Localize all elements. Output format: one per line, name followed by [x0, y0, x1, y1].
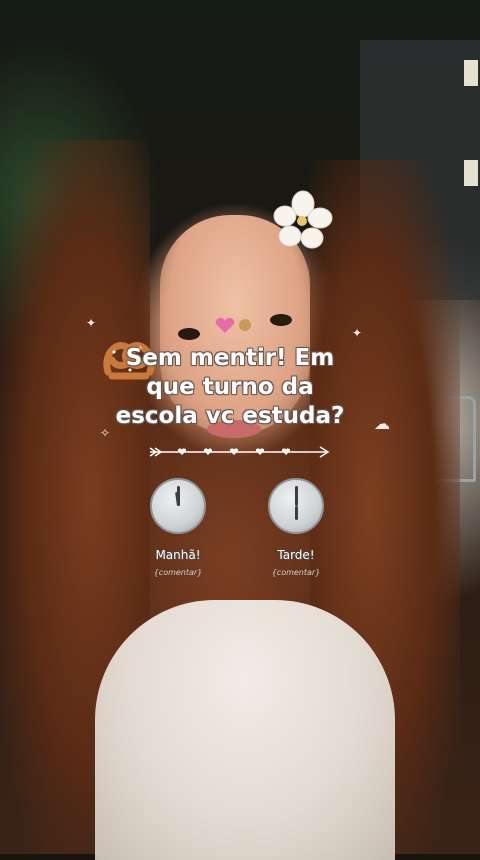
- building-window: [464, 160, 478, 186]
- option-afternoon-label: Tarde!: [277, 548, 315, 562]
- question-line-1: Sem mentir! Em: [125, 345, 335, 371]
- question-line-3: escola vc estuda?: [115, 403, 345, 429]
- clock-icon: [150, 478, 206, 534]
- option-morning[interactable]: Manhã! {comentar}: [138, 478, 218, 577]
- question-line-2: que turno da: [146, 374, 314, 400]
- clock-icon: [268, 478, 324, 534]
- white-shirt: [95, 600, 395, 860]
- cookie-sticker-icon: [239, 319, 251, 331]
- option-morning-comment: {comentar}: [153, 568, 203, 577]
- heart-divider-arrow: [149, 446, 330, 458]
- flower-icon: [273, 190, 333, 249]
- sparkle-icon: ✦: [86, 316, 97, 330]
- option-afternoon-comment: {comentar}: [271, 568, 321, 577]
- option-afternoon[interactable]: Tarde! {comentar}: [256, 478, 336, 577]
- right-eye: [270, 314, 292, 326]
- heart-sticker-icon: [215, 318, 235, 333]
- question-title: Sem mentir! Em que turno da escola vc es…: [80, 344, 380, 431]
- option-morning-label: Manhã!: [155, 548, 201, 562]
- left-eye: [178, 328, 200, 340]
- sparkle-icon: ✦: [352, 326, 363, 340]
- building-window: [464, 60, 478, 86]
